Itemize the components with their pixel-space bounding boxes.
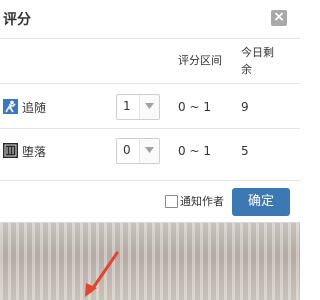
red-arrow-icon: [85, 251, 119, 297]
divider: [0, 180, 300, 181]
background-page: [0, 223, 300, 300]
confirm-button[interactable]: 确定: [232, 188, 290, 216]
dialog-title: 评分: [3, 12, 31, 28]
remaining-value: 9: [241, 100, 249, 114]
rating-dialog: 评分 × 评分区间 今日剩余 追随 1 0 ~ 1 9 堕落 0 0 ~ 1 5…: [0, 0, 300, 223]
score-value: 1: [123, 99, 131, 113]
dropdown-toggle[interactable]: [139, 139, 159, 163]
divider: [0, 38, 300, 39]
score-select[interactable]: 0: [116, 138, 160, 164]
range-value: 0 ~ 1: [178, 144, 211, 158]
close-button[interactable]: ×: [271, 10, 287, 26]
chevron-down-icon: [145, 103, 154, 109]
notify-author-label[interactable]: 通知作者: [180, 193, 224, 209]
row-label: 堕落: [22, 145, 47, 159]
column-header-range: 评分区间: [178, 54, 222, 67]
chevron-down-icon: [145, 147, 154, 153]
divider: [0, 128, 300, 129]
column-header-remaining: 今日剩余: [241, 46, 274, 76]
close-icon: ×: [273, 9, 285, 25]
fall-icon: [3, 143, 18, 158]
divider: [0, 83, 300, 84]
dropdown-toggle[interactable]: [139, 95, 159, 119]
dialog-header: 评分 ×: [0, 0, 300, 36]
range-value: 0 ~ 1: [178, 100, 211, 114]
follow-icon: [3, 99, 18, 114]
score-select[interactable]: 1: [116, 94, 160, 120]
row-label: 追随: [22, 101, 47, 115]
notify-author-checkbox[interactable]: [165, 195, 178, 208]
remaining-value: 5: [241, 144, 249, 158]
score-value: 0: [123, 143, 131, 157]
